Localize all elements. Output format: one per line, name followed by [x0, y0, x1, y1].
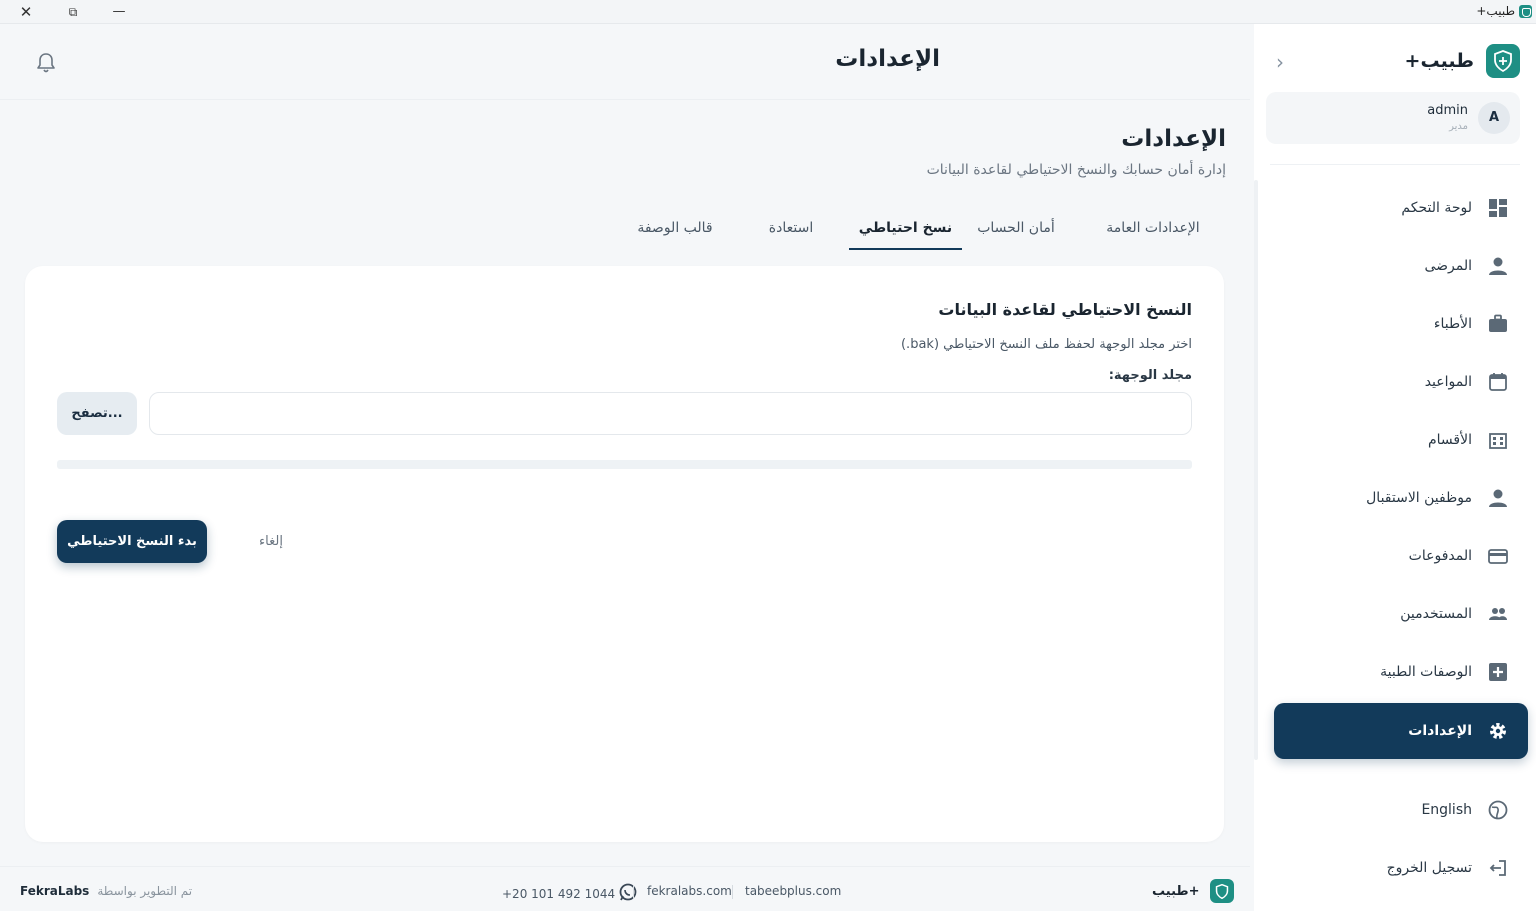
- sidebar-item-label: المدفوعات: [1408, 548, 1472, 564]
- page-subtitle: إدارة أمان حسابك والنسخ الاحتياطي لقاعدة…: [926, 162, 1226, 178]
- sidebar-divider: [1270, 164, 1520, 165]
- sidebar-item-label: المرضى: [1424, 258, 1472, 274]
- briefcase-icon: [1486, 312, 1510, 336]
- credit-card-icon: [1486, 544, 1510, 568]
- sidebar-item-users[interactable]: المستخدمين: [1274, 586, 1528, 642]
- sidebar-item-label: الأطباء: [1433, 316, 1472, 332]
- footer-credit: FekraLabs تم التطوير بواسطة: [20, 884, 192, 898]
- users-icon: [1486, 602, 1510, 626]
- sidebar-collapse-chevron-icon[interactable]: ›: [1276, 50, 1284, 74]
- medical-plus-icon: [1486, 660, 1510, 684]
- person-icon: [1486, 254, 1510, 278]
- sidebar-item-dashboard[interactable]: لوحة التحكم: [1274, 180, 1528, 236]
- sidebar-item-label: الوصفات الطبية: [1380, 664, 1472, 680]
- sidebar-brand: طبيب+: [1405, 44, 1520, 78]
- building-icon: [1486, 428, 1510, 452]
- sidebar-item-prescriptions[interactable]: الوصفات الطبية: [1274, 644, 1528, 700]
- globe-icon: [1486, 798, 1510, 822]
- window-app-title: طبيب+: [1476, 4, 1532, 18]
- sidebar-item-appointments[interactable]: المواعيد: [1274, 354, 1528, 410]
- app-logo-icon: [1519, 4, 1532, 18]
- cancel-button[interactable]: إلغاء: [241, 520, 301, 563]
- dashboard-icon: [1486, 196, 1510, 220]
- backup-card-title: النسخ الاحتياطي لقاعدة البيانات: [938, 300, 1192, 319]
- sidebar-item-label: موظفين الاستقبال: [1366, 490, 1472, 506]
- footer-phone-number: +20 101 492 1044: [502, 886, 616, 901]
- language-toggle[interactable]: English: [1274, 782, 1528, 838]
- footer-brand-name: طبيب+: [1152, 883, 1200, 899]
- footer: FekraLabs تم التطوير بواسطة +20 101 492 …: [0, 866, 1250, 911]
- brand-shield-icon: [1486, 44, 1520, 78]
- window-close-button[interactable]: ✕: [16, 2, 36, 22]
- tab-general-settings[interactable]: الإعدادات العامة: [1078, 208, 1228, 250]
- sidebar-item-patients[interactable]: المرضى: [1274, 238, 1528, 294]
- sidebar-scrollbar[interactable]: [1254, 180, 1258, 760]
- user-card[interactable]: A admin مدير: [1266, 92, 1520, 144]
- destination-folder-input[interactable]: [149, 392, 1192, 435]
- browse-button[interactable]: تصفح...: [57, 392, 137, 435]
- avatar: A: [1478, 102, 1510, 134]
- user-role: مدير: [1449, 121, 1468, 132]
- tab-restore[interactable]: استعادة: [746, 208, 836, 250]
- sidebar-item-payments[interactable]: المدفوعات: [1274, 528, 1528, 584]
- sidebar-item-label: الإعدادات: [1408, 723, 1472, 739]
- language-label: English: [1421, 802, 1472, 818]
- header-title: الإعدادات: [835, 46, 940, 72]
- tab-account-security[interactable]: أمان الحساب: [960, 208, 1072, 250]
- footer-link-tabeebplus[interactable]: tabeebplus.com: [745, 884, 841, 898]
- footer-brand-shield-icon: [1209, 879, 1234, 903]
- logout-label: تسجيل الخروج: [1386, 860, 1472, 876]
- footer-separator: [633, 885, 634, 899]
- window-minimize-button[interactable]: —: [109, 2, 129, 22]
- whatsapp-icon: [619, 883, 637, 904]
- sidebar: طبيب+ › A admin مدير لوحة التحكم المرضى …: [1254, 24, 1536, 911]
- backup-description: اختر مجلد الوجهة لحفظ ملف النسخ الاحتياط…: [900, 337, 1192, 352]
- footer-brand: طبيب+: [1152, 879, 1234, 903]
- footer-credit-text: تم التطوير بواسطة: [97, 884, 193, 898]
- footer-link-fekralabs[interactable]: fekralabs.com: [647, 884, 732, 898]
- notifications-bell-icon[interactable]: [36, 52, 56, 74]
- window-title-text: طبيب+: [1476, 4, 1515, 18]
- main-header: الإعدادات: [0, 24, 1250, 100]
- backup-progress-bar: [57, 460, 1192, 469]
- calendar-icon: [1486, 370, 1510, 394]
- folder-label: مجلد الوجهة:: [1108, 368, 1192, 383]
- tab-prescription-template[interactable]: قالب الوصفة: [620, 208, 730, 250]
- sidebar-item-doctors[interactable]: الأطباء: [1274, 296, 1528, 352]
- sidebar-item-label: المستخدمين: [1400, 606, 1472, 622]
- sidebar-item-label: الأقسام: [1428, 432, 1472, 448]
- window-restore-button[interactable]: ⧉: [63, 2, 83, 22]
- logout-icon: [1486, 856, 1510, 880]
- footer-credit-company[interactable]: FekraLabs: [20, 884, 89, 898]
- sidebar-item-label: المواعيد: [1424, 374, 1472, 390]
- page-title: الإعدادات: [1121, 126, 1226, 152]
- person-icon: [1486, 486, 1510, 510]
- tab-backup[interactable]: نسخ احتياطي: [849, 208, 962, 250]
- footer-separator: [732, 885, 733, 899]
- start-backup-button[interactable]: بدء النسخ الاحتياطي: [57, 520, 207, 563]
- sidebar-item-settings[interactable]: الإعدادات: [1274, 703, 1528, 759]
- backup-card: النسخ الاحتياطي لقاعدة البيانات اختر مجل…: [25, 266, 1224, 842]
- window-titlebar: ✕ ⧉ — طبيب+: [0, 0, 1536, 24]
- brand-name: طبيب+: [1404, 50, 1474, 72]
- logout-button[interactable]: تسجيل الخروج: [1274, 840, 1528, 896]
- user-name: admin: [1427, 103, 1468, 118]
- settings-tabs: الإعدادات العامة أمان الحساب نسخ احتياطي…: [628, 208, 1228, 250]
- footer-phone[interactable]: +20 101 492 1044: [502, 883, 637, 904]
- sidebar-item-departments[interactable]: الأقسام: [1274, 412, 1528, 468]
- gear-icon: [1486, 719, 1510, 743]
- sidebar-item-label: لوحة التحكم: [1401, 200, 1472, 216]
- sidebar-item-receptionists[interactable]: موظفين الاستقبال: [1274, 470, 1528, 526]
